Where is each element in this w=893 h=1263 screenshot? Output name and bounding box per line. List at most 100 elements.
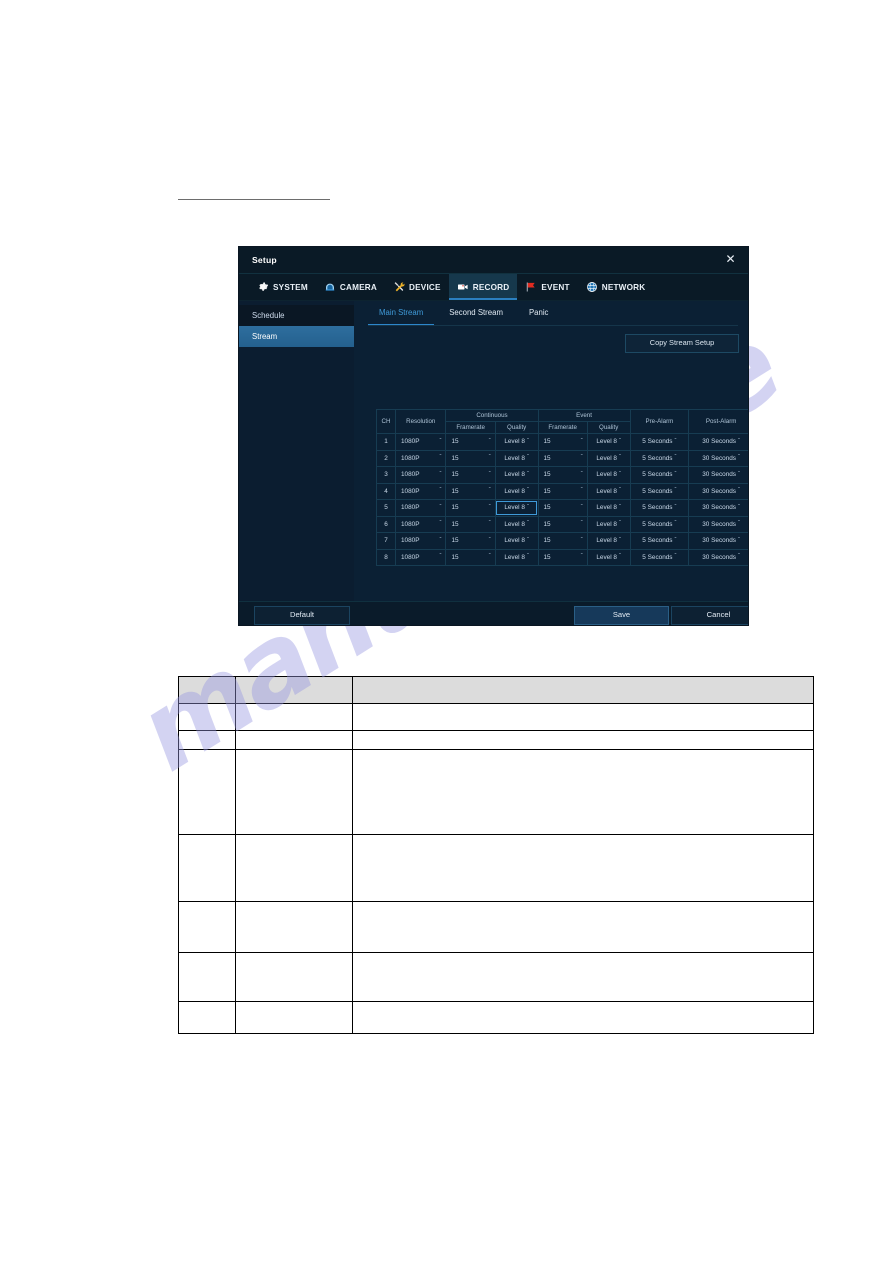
cell-event-quality[interactable]: Level 8ˇ (586, 532, 631, 550)
cell-resolution[interactable]: 1080P ˇ (394, 449, 447, 467)
nav-label: NETWORK (601, 282, 646, 292)
dialog-content: Main Stream Second Stream Panic Copy Str… (354, 301, 748, 601)
cell-continuous-framerate[interactable]: 15 ˇ (445, 449, 496, 467)
cell-continuous-framerate[interactable]: 15 ˇ (445, 548, 496, 566)
cell-event-framerate[interactable]: 15 ˇ (537, 499, 588, 517)
cell-event-framerate[interactable]: 15 ˇ (537, 515, 588, 533)
dialog-titlebar: Setup ✕ (239, 247, 748, 274)
chevron-down-icon: ˇ (618, 438, 621, 445)
cell-continuous-framerate-value: 15 (451, 537, 459, 545)
save-button[interactable]: Save (574, 606, 669, 625)
dvr-setup-dialog: Setup ✕ SYSTEM CAMERA DEVICE RECORD EVEN… (239, 247, 748, 625)
cell-event-framerate[interactable]: 15 ˇ (537, 482, 588, 500)
cell-pre-alarm[interactable]: 5 Seconds ˇ (629, 548, 690, 566)
cell-continuous-framerate[interactable]: 15 ˇ (445, 499, 496, 517)
cell-continuous-framerate[interactable]: 15 ˇ (445, 482, 496, 500)
cell-pre-alarm[interactable]: 5 Seconds ˇ (629, 499, 690, 517)
cell-event-quality[interactable]: Level 8ˇ (586, 433, 631, 451)
tab-panic[interactable]: Panic (518, 302, 560, 324)
cell-pre-alarm[interactable]: 5 Seconds ˇ (629, 532, 690, 550)
cell-continuous-framerate[interactable]: 15 ˇ (445, 466, 496, 484)
cell-event-framerate[interactable]: 15 ˇ (537, 548, 588, 566)
cell-resolution[interactable]: 1080P ˇ (394, 515, 447, 533)
cancel-button[interactable]: Cancel (671, 606, 748, 625)
chevron-down-icon: ˇ (439, 438, 442, 445)
cell-resolution[interactable]: 1080P ˇ (394, 499, 447, 517)
cell-event-framerate[interactable]: 15 ˇ (537, 449, 588, 467)
cell-resolution[interactable]: 1080P ˇ (394, 548, 447, 566)
cell-post-alarm[interactable]: 30 Seconds ˇ (688, 515, 748, 533)
cell-post-alarm[interactable]: 30 Seconds ˇ (688, 548, 748, 566)
nav-item-record[interactable]: RECORD (448, 274, 518, 300)
cell-continuous-quality-value: Level 8 (504, 537, 525, 545)
default-button[interactable]: Default (254, 606, 350, 625)
cell-post-alarm[interactable]: 30 Seconds ˇ (688, 482, 748, 500)
cell-continuous-quality[interactable]: Level 8ˇ (494, 499, 539, 517)
nav-item-camera[interactable]: CAMERA (316, 274, 385, 300)
chevron-down-icon: ˇ (674, 504, 677, 511)
cell-continuous-quality[interactable]: Level 8ˇ (494, 515, 539, 533)
cell-continuous-quality[interactable]: Level 8ˇ (494, 433, 539, 451)
cell-pre-alarm[interactable]: 5 Seconds ˇ (629, 449, 690, 467)
cell-event-quality[interactable]: Level 8ˇ (586, 548, 631, 566)
dialog-body: Schedule Stream Main Stream Second Strea… (239, 301, 748, 601)
table-row (178, 901, 814, 953)
sidebar-item-label: Stream (252, 332, 278, 341)
nav-item-system[interactable]: SYSTEM (249, 274, 316, 300)
nav-label: DEVICE (409, 282, 441, 292)
cell-resolution[interactable]: 1080P ˇ (394, 482, 447, 500)
cell-continuous-framerate[interactable]: 15 ˇ (445, 433, 496, 451)
cell-event-quality[interactable]: Level 8ˇ (586, 449, 631, 467)
cell-resolution[interactable]: 1080P ˇ (394, 466, 447, 484)
chevron-down-icon: ˇ (674, 488, 677, 495)
cell-continuous-framerate[interactable]: 15 ˇ (445, 515, 496, 533)
tab-second-stream[interactable]: Second Stream (438, 302, 514, 324)
cell-continuous-quality[interactable]: Level 8ˇ (494, 532, 539, 550)
nav-item-event[interactable]: EVENT (517, 274, 577, 300)
col-header-event-quality: Quality (586, 421, 631, 434)
sidebar-item-schedule[interactable]: Schedule (239, 305, 354, 326)
cell-event-quality[interactable]: Level 8ˇ (586, 499, 631, 517)
table-cell (178, 1001, 236, 1034)
cell-post-alarm[interactable]: 30 Seconds ˇ (688, 449, 748, 467)
cell-pre-alarm[interactable]: 5 Seconds ˇ (629, 466, 690, 484)
chevron-down-icon: ˇ (580, 504, 583, 511)
table-row (178, 1001, 814, 1034)
cell-event-framerate-value: 15 (543, 487, 551, 495)
cell-event-framerate[interactable]: 15 ˇ (537, 532, 588, 550)
col-header-pre-alarm: Pre-Alarm (629, 409, 690, 434)
cell-continuous-quality[interactable]: Level 8ˇ (494, 466, 539, 484)
cell-post-alarm[interactable]: 30 Seconds ˇ (688, 532, 748, 550)
cell-post-alarm[interactable]: 30 Seconds ˇ (688, 499, 748, 517)
cell-continuous-quality[interactable]: Level 8ˇ (494, 482, 539, 500)
cell-post-alarm-value: 30 Seconds (702, 520, 737, 528)
cell-resolution[interactable]: 1080P ˇ (394, 433, 447, 451)
cell-pre-alarm[interactable]: 5 Seconds ˇ (629, 482, 690, 500)
sidebar-item-stream[interactable]: Stream (239, 326, 354, 347)
cell-pre-alarm[interactable]: 5 Seconds ˇ (629, 433, 690, 451)
cell-continuous-framerate[interactable]: 15 ˇ (445, 532, 496, 550)
chevron-down-icon: ˇ (618, 554, 621, 561)
cell-event-quality[interactable]: Level 8ˇ (586, 482, 631, 500)
chevron-down-icon: ˇ (526, 471, 529, 478)
nav-item-device[interactable]: DEVICE (385, 274, 449, 300)
cell-event-quality[interactable]: Level 8ˇ (586, 515, 631, 533)
cell-post-alarm[interactable]: 30 Seconds ˇ (688, 433, 748, 451)
close-icon[interactable]: ✕ (724, 253, 737, 266)
cell-pre-alarm-value: 5 Seconds (642, 471, 673, 479)
nav-item-network[interactable]: NETWORK (578, 274, 654, 300)
table-cell (352, 952, 814, 1002)
cell-resolution-value: 1080P (401, 537, 420, 545)
copy-stream-setup-button[interactable]: Copy Stream Setup (625, 334, 739, 353)
chevron-down-icon: ˇ (580, 471, 583, 478)
cell-resolution[interactable]: 1080P ˇ (394, 532, 447, 550)
tab-main-stream[interactable]: Main Stream (368, 302, 435, 325)
cell-event-quality[interactable]: Level 8ˇ (586, 466, 631, 484)
cell-continuous-quality[interactable]: Level 8ˇ (494, 449, 539, 467)
sidebar-item-label: Schedule (252, 311, 285, 320)
cell-event-framerate[interactable]: 15 ˇ (537, 466, 588, 484)
cell-event-framerate[interactable]: 15 ˇ (537, 433, 588, 451)
cell-pre-alarm[interactable]: 5 Seconds ˇ (629, 515, 690, 533)
cell-post-alarm[interactable]: 30 Seconds ˇ (688, 466, 748, 484)
cell-continuous-quality[interactable]: Level 8ˇ (494, 548, 539, 566)
